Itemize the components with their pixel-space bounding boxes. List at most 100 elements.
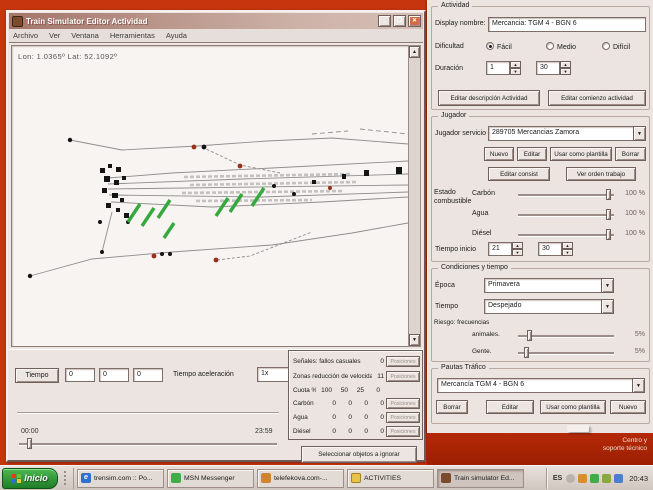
signal-failures-locations-button[interactable]: Posiciones xyxy=(386,356,420,367)
service-edit-button[interactable]: Editar xyxy=(517,147,547,161)
chevron-down-icon[interactable]: ▼ xyxy=(601,278,614,293)
ignore-objects-button[interactable]: Seleccionar objetos a ignorar xyxy=(301,446,417,463)
edit-activity-start-button[interactable]: Editar comienzo actividad xyxy=(548,90,646,106)
start-minute-value[interactable]: 30 xyxy=(538,242,562,256)
slider-thumb[interactable] xyxy=(606,229,611,240)
chevron-down-icon[interactable]: ▼ xyxy=(632,378,645,393)
tray-app-icon[interactable] xyxy=(602,474,611,483)
spin-up-icon[interactable]: ▲ xyxy=(510,61,521,68)
task-train-simulator[interactable]: Train simulator Ed... xyxy=(437,469,524,488)
quick-launch-area[interactable] xyxy=(60,468,74,489)
work-order-button[interactable]: Ver orden trabajo xyxy=(566,167,636,181)
spin-down-icon[interactable]: ▼ xyxy=(512,249,523,256)
time-field-minutes[interactable]: 0 xyxy=(99,368,129,382)
traffic-delete-button[interactable]: Borrar xyxy=(436,400,468,414)
animals-slider[interactable] xyxy=(518,330,614,342)
close-button[interactable]: ✕ xyxy=(408,15,421,27)
menu-ver[interactable]: Ver xyxy=(49,31,60,40)
traffic-dropdown[interactable]: Mercancía TGM 4 - BGN 6 ▼ xyxy=(437,378,645,393)
time-of-day-slider[interactable] xyxy=(19,438,277,450)
slider-thumb[interactable] xyxy=(606,189,611,200)
task-activities-folder[interactable]: ACTIVITIES xyxy=(347,469,434,488)
coal-locations-button[interactable]: Posiciones xyxy=(386,398,420,409)
service-delete-button[interactable]: Borrar xyxy=(615,147,646,161)
map-vertical-scrollbar[interactable]: ▲ ▼ xyxy=(408,45,421,347)
spin-down-icon[interactable]: ▼ xyxy=(560,68,571,75)
duracion-minutes-value[interactable]: 30 xyxy=(536,61,560,75)
start-minute-spinner[interactable]: 30 ▲▼ xyxy=(538,242,573,256)
servicio-dropdown[interactable]: 289705 Mercancias Zamora ▼ xyxy=(488,126,646,141)
spin-up-icon[interactable]: ▲ xyxy=(512,242,523,249)
radio-icon[interactable] xyxy=(546,42,554,50)
scroll-up-icon[interactable]: ▲ xyxy=(409,46,420,58)
radio-icon[interactable] xyxy=(486,42,494,50)
start-button[interactable]: Inicio xyxy=(2,468,58,489)
season-value: Primavera xyxy=(484,278,601,293)
slider-thumb[interactable] xyxy=(524,347,529,358)
maximize-button[interactable]: ❐ xyxy=(393,15,406,27)
chevron-down-icon[interactable]: ▼ xyxy=(633,126,646,141)
diesel-locations-button[interactable]: Posiciones xyxy=(386,426,420,437)
tray-volume-icon[interactable] xyxy=(566,474,575,483)
traffic-new-button[interactable]: Nuevo xyxy=(610,400,646,414)
start-hour-spinner[interactable]: 21 ▲▼ xyxy=(488,242,523,256)
diesel-col: 0 xyxy=(320,428,336,435)
radio-dificil[interactable]: Difícil xyxy=(602,42,630,51)
people-slider[interactable] xyxy=(518,347,614,359)
spin-down-icon[interactable]: ▼ xyxy=(562,249,573,256)
time-field-seconds[interactable]: 0 xyxy=(133,368,163,382)
start-hour-value[interactable]: 21 xyxy=(488,242,512,256)
quota-col: 100 xyxy=(316,387,332,394)
spin-down-icon[interactable]: ▼ xyxy=(510,68,521,75)
menu-ayuda[interactable]: Ayuda xyxy=(166,31,187,40)
menu-herramientas[interactable]: Herramientas xyxy=(110,31,155,40)
slider-thumb[interactable] xyxy=(27,438,32,449)
radio-medio[interactable]: Medio xyxy=(546,42,576,51)
tiempo-button[interactable]: Tiempo xyxy=(15,368,59,383)
task-trensim[interactable]: e trensim.com :: Po... xyxy=(77,469,164,488)
service-new-button[interactable]: Nuevo xyxy=(484,147,514,161)
task-msn-messenger[interactable]: MSN Messenger xyxy=(167,469,254,488)
spin-up-icon[interactable]: ▲ xyxy=(560,61,571,68)
radio-facil[interactable]: Fácil xyxy=(486,42,512,51)
season-dropdown[interactable]: Primavera ▼ xyxy=(484,278,614,293)
menu-ventana[interactable]: Ventana xyxy=(71,31,99,40)
radio-icon[interactable] xyxy=(602,42,610,50)
tray-messenger-icon[interactable] xyxy=(590,474,599,483)
tray-update-icon[interactable] xyxy=(578,474,587,483)
traffic-template-button[interactable]: Usar como plantilla xyxy=(540,400,606,414)
duracion-hours-spinner[interactable]: 1 ▲▼ xyxy=(486,61,521,75)
scroll-down-icon[interactable]: ▼ xyxy=(409,334,420,346)
clock: 20:43 xyxy=(629,474,648,483)
slider-thumb[interactable] xyxy=(527,330,532,341)
duracion-hours-value[interactable]: 1 xyxy=(486,61,510,75)
tray-network-icon[interactable] xyxy=(614,474,623,483)
route-map[interactable] xyxy=(12,46,410,346)
diesel-row-label: Diésel xyxy=(293,428,320,435)
slider-thumb[interactable] xyxy=(606,209,611,220)
edit-consist-button[interactable]: Editar consist xyxy=(488,167,550,181)
language-indicator[interactable]: ES xyxy=(553,475,562,482)
display-name-input[interactable]: Mercancia: TGM 4 - BGN 6 xyxy=(488,17,646,32)
water-slider[interactable] xyxy=(518,209,614,221)
weather-dropdown[interactable]: Despejado ▼ xyxy=(484,299,614,314)
title-bar[interactable]: Train Simulator Editor Actividad _ ❐ ✕ xyxy=(9,13,423,29)
minimize-button[interactable]: _ xyxy=(378,15,391,27)
service-template-button[interactable]: Usar como plantilla xyxy=(550,147,612,161)
water-locations-button[interactable]: Posiciones xyxy=(386,412,420,423)
menu-archivo[interactable]: Archivo xyxy=(13,31,38,40)
traffic-edit-button[interactable]: Editar xyxy=(486,400,534,414)
water-col: 0 xyxy=(336,414,352,421)
coal-slider[interactable] xyxy=(518,189,614,201)
map-viewport[interactable]: Lon: 1.0365º Lat: 52.1092º xyxy=(11,45,411,347)
diesel-slider[interactable] xyxy=(518,229,614,241)
speed-zones-locations-button[interactable]: Posiciones xyxy=(386,371,420,382)
slider-start-time: 00:00 xyxy=(21,428,39,435)
spin-up-icon[interactable]: ▲ xyxy=(562,242,573,249)
task-website[interactable]: telefekova.com-... xyxy=(257,469,344,488)
time-field-hours[interactable]: 0 xyxy=(65,368,95,382)
edit-description-button[interactable]: Editar descripción Actividad xyxy=(438,90,540,106)
quota-col: 0 xyxy=(364,387,380,394)
chevron-down-icon[interactable]: ▼ xyxy=(601,299,614,314)
duracion-minutes-spinner[interactable]: 30 ▲▼ xyxy=(536,61,571,75)
